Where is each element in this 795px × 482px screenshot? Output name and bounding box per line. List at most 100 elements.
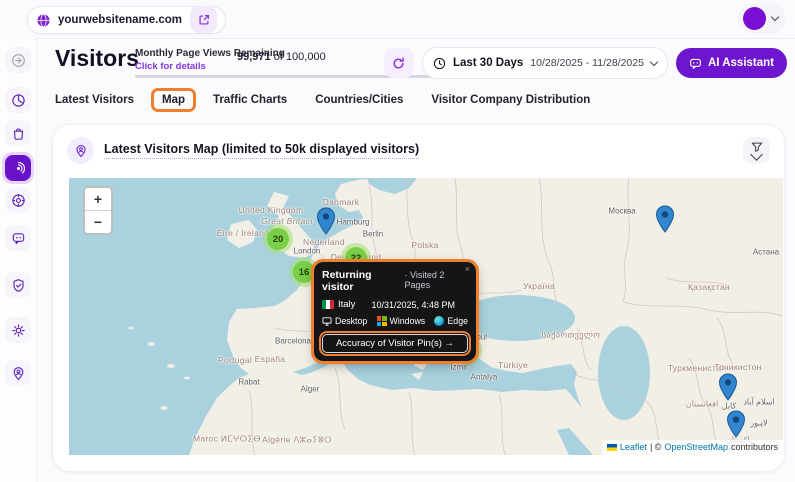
expand-sidebar-button[interactable] — [5, 47, 31, 73]
map-place-label: United Kingdom — [239, 205, 304, 215]
location-person-icon — [11, 366, 26, 381]
website-name: yourwebsitename.com — [58, 14, 182, 26]
open-website-button[interactable] — [190, 6, 217, 33]
popup-datetime: 10/31/2025, 4:48 PM — [371, 300, 455, 310]
gear-icon — [11, 323, 26, 338]
sidebar-item-location[interactable] — [5, 360, 31, 386]
map-place-label: Maroc ⵍⵎⵖⵔⵉⴱ — [193, 434, 261, 445]
map-filter-button[interactable] — [743, 137, 770, 164]
visitors-radar-icon — [11, 161, 26, 176]
map-pin-icon — [316, 207, 336, 235]
range-label: Last 30 Days — [453, 57, 523, 69]
sidebar-item-visitors-active[interactable] — [2, 152, 34, 184]
tab-visitor-company-distribution[interactable]: Visitor Company Distribution — [431, 94, 590, 106]
zoom-in-button[interactable]: + — [85, 188, 111, 211]
visitor-pin-marker[interactable] — [726, 410, 746, 438]
ai-assistant-label: AI Assistant — [708, 57, 774, 69]
tab-countries-cities[interactable]: Countries/Cities — [315, 94, 403, 106]
accuracy-of-visitor-pins-button[interactable]: Accuracy of Visitor Pin(s) → — [322, 334, 468, 353]
map-place-label: Polska — [411, 240, 438, 250]
map-place-label: Україна — [523, 281, 555, 291]
map-place-label: Nederland — [303, 237, 345, 247]
italy-flag-icon — [322, 300, 334, 309]
sidebar-item-communication[interactable] — [5, 225, 31, 251]
refresh-icon — [391, 56, 406, 71]
visitor-pin-marker[interactable] — [718, 373, 738, 401]
map-place-label: Alger — [301, 385, 320, 394]
map-place-label: España — [255, 354, 286, 364]
ai-assistant-button[interactable]: AI Assistant — [676, 48, 787, 78]
leaflet-link[interactable]: Leaflet — [620, 442, 647, 452]
map-place-label: افغانستان — [686, 400, 718, 409]
visitors-map-icon-badge — [67, 137, 94, 164]
windows-icon — [377, 316, 387, 326]
clock-icon — [433, 57, 446, 70]
date-range-picker[interactable]: Last 30 Days 10/28/2025 - 11/28/2025 — [422, 47, 668, 79]
tab-traffic-charts[interactable]: Traffic Charts — [213, 94, 287, 106]
popup-browser: Edge — [447, 316, 468, 326]
sidebar — [0, 38, 37, 482]
map-place-label: Antalya — [471, 373, 498, 382]
visitor-pin-marker[interactable] — [316, 207, 336, 235]
visitor-pin-marker[interactable] — [655, 205, 675, 233]
map-place-label: Berlin — [363, 230, 383, 239]
sidebar-item-statistics[interactable] — [5, 87, 31, 113]
map-pin-icon — [655, 205, 675, 233]
leaflet-map[interactable]: United KingdomGreat BritainÉire / Irelan… — [69, 178, 783, 455]
refresh-button[interactable] — [384, 48, 414, 78]
top-bar: yourwebsitename.com — [0, 0, 795, 39]
sidebar-item-privacy[interactable] — [5, 272, 31, 298]
popup-device: Desktop — [335, 316, 367, 326]
globe-icon — [36, 13, 51, 28]
expand-sidebar-icon — [11, 53, 26, 68]
sidebar-item-settings[interactable] — [5, 317, 31, 343]
map-place-label: Barcelona — [275, 337, 311, 346]
tab-map[interactable]: Map — [162, 94, 185, 110]
quota-value: 99,971 of 100,000 — [237, 51, 326, 63]
map-pin-icon — [726, 410, 746, 438]
desktop-icon — [322, 317, 332, 326]
tab-bar: Latest Visitors Map Traffic Charts Count… — [55, 94, 590, 106]
shield-check-icon — [11, 278, 26, 293]
map-zoom-control: + − — [83, 186, 113, 235]
account-menu[interactable] — [738, 3, 786, 34]
chevron-down-icon — [650, 57, 658, 65]
ai-chat-icon — [689, 57, 702, 70]
chat-icon — [11, 231, 26, 246]
map-place-label: Türkiye — [498, 360, 528, 370]
map-place-label: لاہور — [750, 419, 767, 428]
popup-os: Windows — [390, 316, 426, 326]
chevron-down-icon — [771, 13, 779, 21]
edge-browser-icon — [434, 316, 444, 326]
zoom-out-button[interactable]: − — [85, 211, 111, 233]
popup-title: Returning visitor — [322, 269, 401, 293]
tab-latest-visitors[interactable]: Latest Visitors — [55, 94, 134, 106]
sidebar-item-recordings[interactable] — [5, 187, 31, 213]
pie-chart-icon — [11, 93, 26, 108]
main-content: Visitors Monthly Page Views Remaining Cl… — [36, 38, 795, 482]
map-pin-person-icon — [74, 144, 88, 158]
map-card: Latest Visitors Map (limited to 50k disp… — [52, 124, 785, 472]
map-place-label: London — [294, 247, 321, 256]
quota-details-link[interactable]: Click for details — [135, 61, 206, 72]
map-place-label: Great Britain — [261, 216, 313, 226]
card-title: Latest Visitors Map (limited to 50k disp… — [104, 142, 419, 159]
visitor-popup: × Returning visitor · Visited 2 Pages It… — [314, 262, 476, 361]
map-place-label: Rabat — [238, 378, 259, 387]
ukraine-flag-icon — [607, 444, 617, 451]
page-title: Visitors — [55, 45, 139, 72]
external-link-icon — [197, 13, 211, 27]
map-place-label: Danmark — [323, 197, 360, 207]
sidebar-item-company[interactable] — [5, 120, 31, 146]
bag-icon — [11, 126, 26, 141]
close-icon[interactable]: × — [465, 264, 470, 274]
map-place-label: Portugal — [218, 355, 252, 365]
map-place-label: საქართველო — [542, 330, 600, 341]
range-dates: 10/28/2025 - 11/28/2025 — [530, 57, 644, 69]
map-pin-icon — [718, 373, 738, 401]
visitor-cluster-marker[interactable]: 20 — [263, 224, 293, 254]
map-place-label: Астана — [753, 248, 779, 257]
map-place-label: Точикистон — [714, 362, 761, 372]
map-place-label: Москва — [608, 207, 635, 216]
openstreetmap-link[interactable]: OpenStreetMap — [664, 442, 728, 452]
